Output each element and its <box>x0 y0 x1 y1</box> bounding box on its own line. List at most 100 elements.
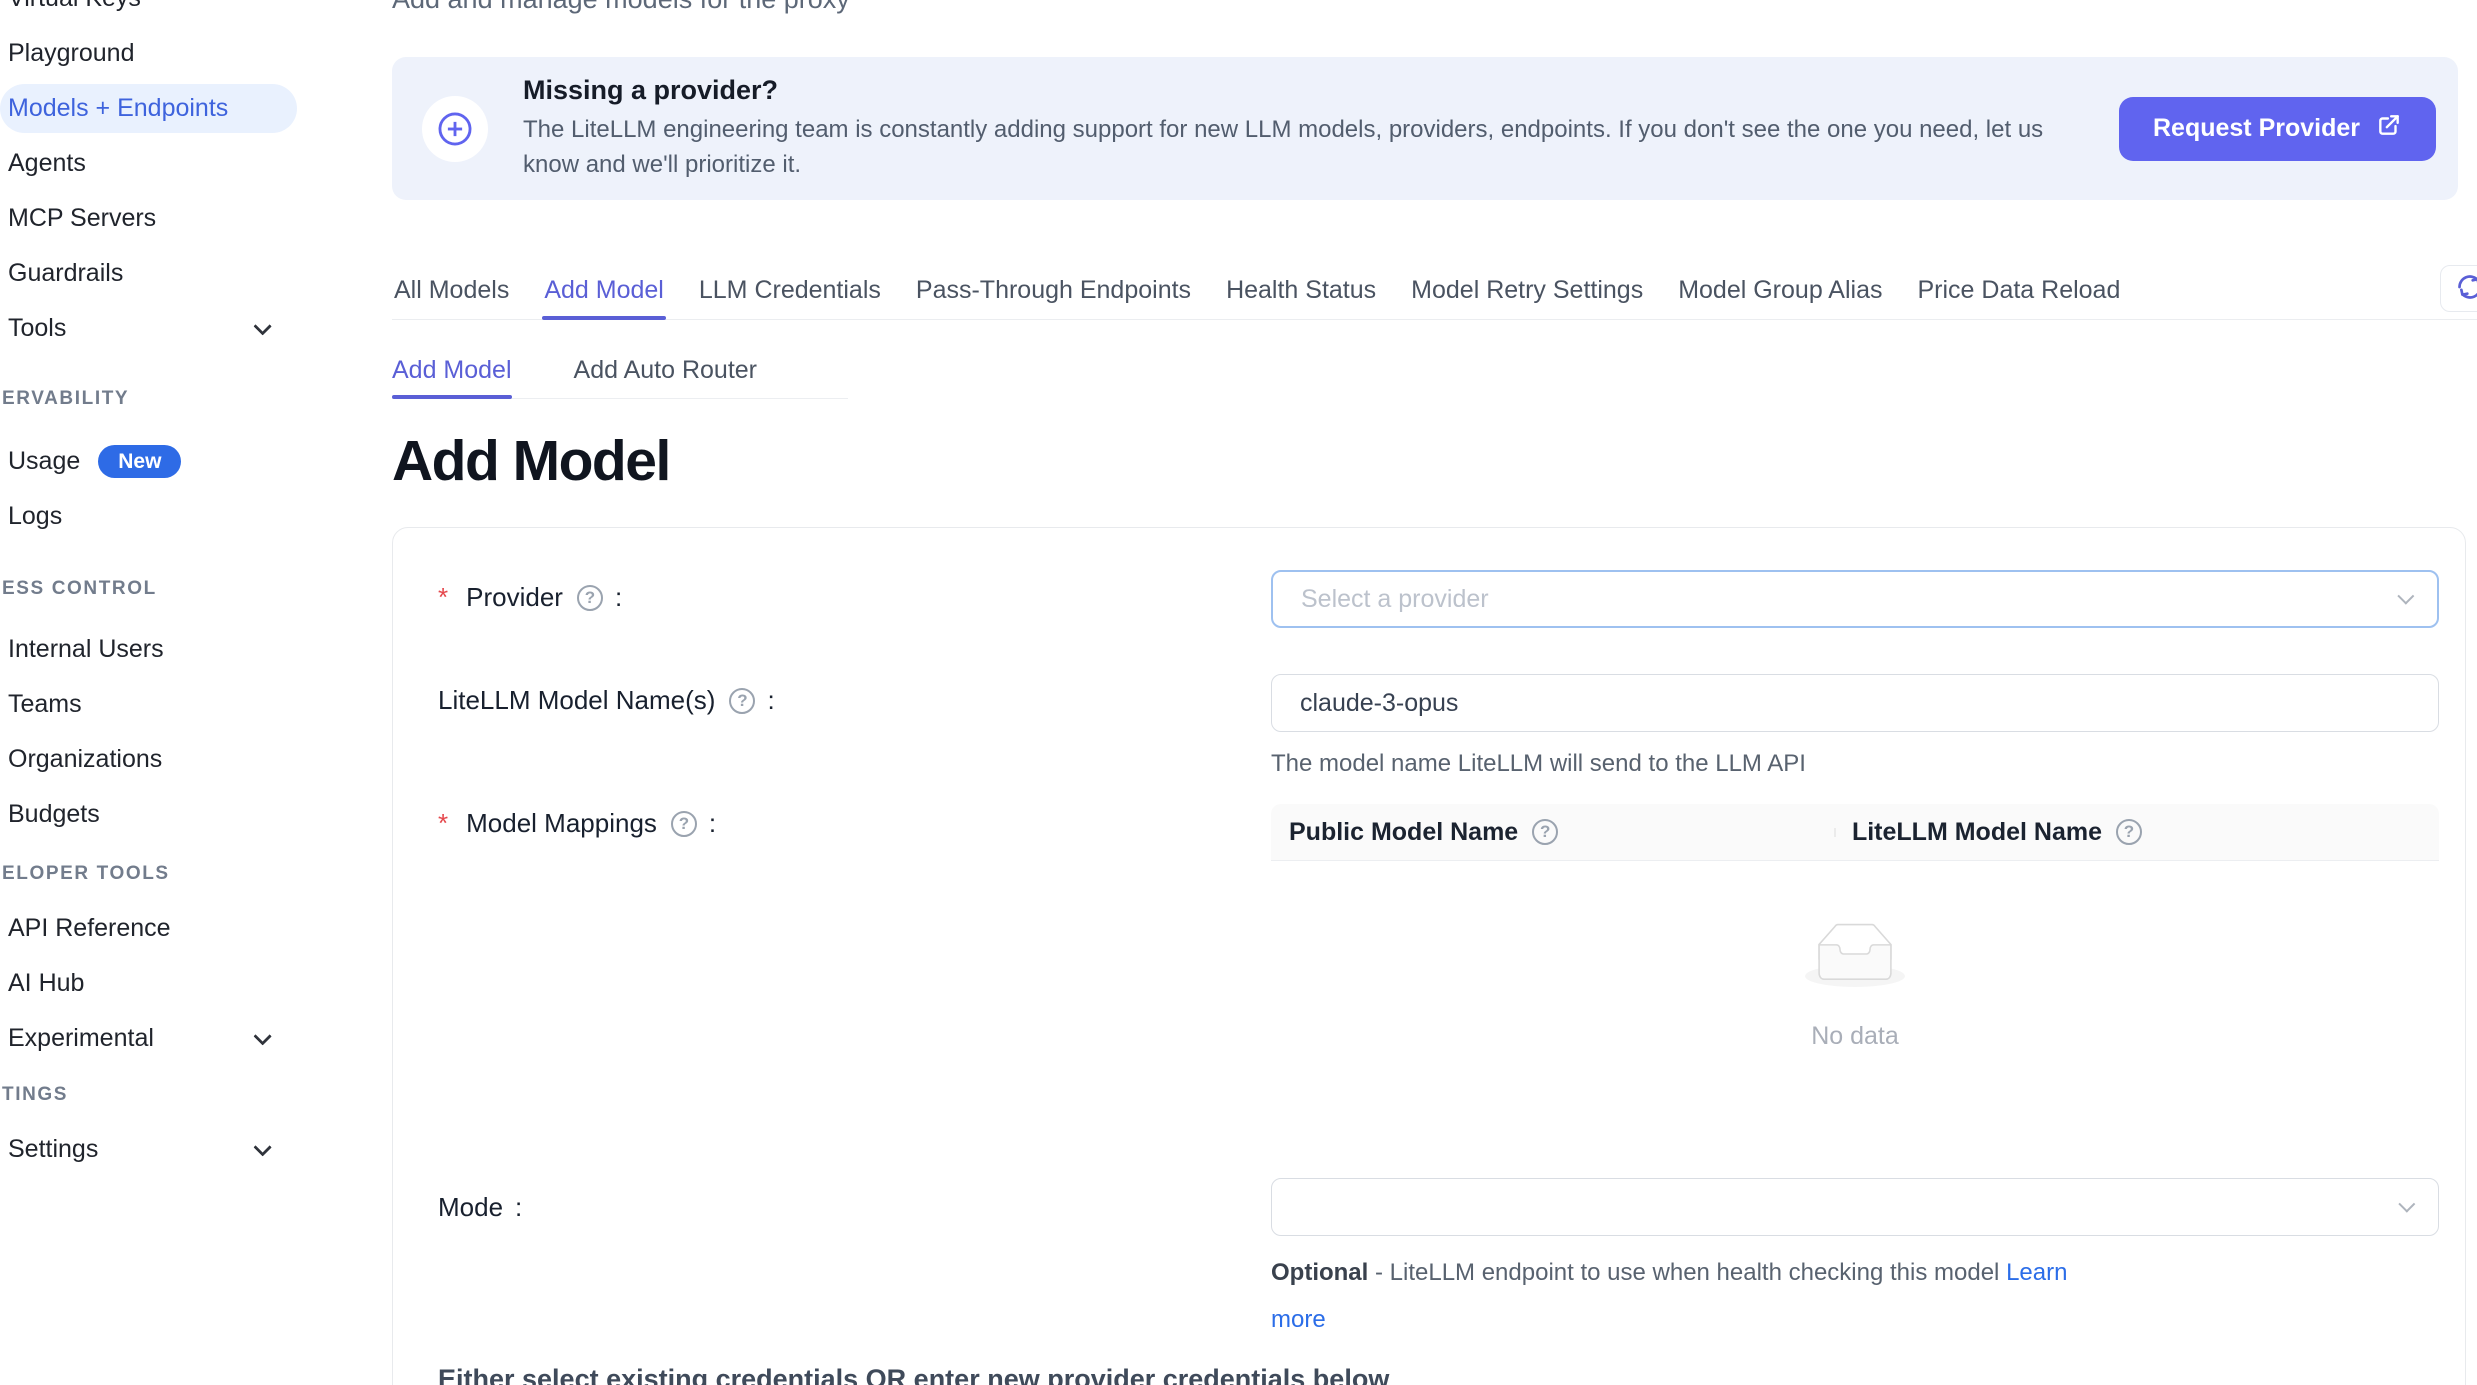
sidebar-item-label: Usage <box>8 447 80 476</box>
model-name-label-text: LiteLLM Model Name(s) <box>438 685 715 716</box>
model-mappings-table: Public Model Name ? LiteLLM Model Name ? <box>1271 804 2439 1051</box>
refresh-button[interactable] <box>2440 265 2477 312</box>
banner-title: Missing a provider? <box>523 75 2079 106</box>
question-circle-icon[interactable]: ? <box>577 585 603 611</box>
sidebar-item-label: Models + Endpoints <box>8 94 228 123</box>
models-tab-bar: All Models Add Model LLM Credentials Pas… <box>392 262 2477 320</box>
mode-label: Mode <box>438 1192 522 1223</box>
model-name-label: LiteLLM Model Name(s) ? <box>438 685 775 716</box>
sidebar-item-settings[interactable]: Settings <box>0 1125 297 1174</box>
empty-state: No data <box>1271 861 2439 1051</box>
mode-help: Optional - LiteLLM endpoint to use when … <box>1271 1250 2111 1344</box>
sidebar-item-label: Settings <box>8 1135 98 1164</box>
question-circle-icon[interactable]: ? <box>1532 819 1558 845</box>
sidebar-item-label: Teams <box>8 690 82 719</box>
chevron-down-icon <box>253 317 271 335</box>
external-link-icon <box>2376 112 2402 145</box>
credentials-note: Either select existing credentials OR en… <box>438 1364 1389 1385</box>
sidebar: Virtual Keys Playground Models + Endpoin… <box>0 0 330 1385</box>
sidebar-item-label: Logs <box>8 502 62 531</box>
subtab-add-auto-router[interactable]: Add Auto Router <box>574 343 757 398</box>
sidebar-item-label: Agents <box>8 149 86 178</box>
new-badge: New <box>98 445 181 478</box>
refresh-icon <box>2456 273 2477 304</box>
sidebar-item-ai-hub[interactable]: AI Hub <box>0 959 297 1008</box>
missing-provider-banner: Missing a provider? The LiteLLM engineer… <box>392 57 2458 200</box>
tab-price-data-reload[interactable]: Price Data Reload <box>1915 262 2122 319</box>
sidebar-item-label: Organizations <box>8 745 162 774</box>
sidebar-section-developer-tools: ELOPER TOOLS <box>0 856 330 892</box>
sidebar-item-label: MCP Servers <box>8 204 156 233</box>
column-header-litellm-model-name: LiteLLM Model Name ? <box>1834 818 2439 847</box>
sidebar-item-usage[interactable]: Usage New <box>0 437 297 486</box>
plus-circle-icon <box>422 96 488 162</box>
sidebar-item-virtual-keys[interactable]: Virtual Keys <box>0 0 297 23</box>
chevron-down-icon <box>2398 1196 2415 1213</box>
subtab-add-model[interactable]: Add Model <box>392 343 512 398</box>
sidebar-item-tools[interactable]: Tools <box>0 304 297 353</box>
sidebar-item-guardrails[interactable]: Guardrails <box>0 249 297 298</box>
question-circle-icon[interactable]: ? <box>2116 819 2142 845</box>
sidebar-item-internal-users[interactable]: Internal Users <box>0 625 297 674</box>
provider-label-text: Provider <box>466 582 563 613</box>
sidebar-item-label: Guardrails <box>8 259 123 288</box>
mode-select[interactable] <box>1271 1178 2439 1236</box>
sidebar-item-label: Virtual Keys <box>8 0 141 13</box>
mode-help-bold: Optional <box>1271 1259 1368 1286</box>
tab-llm-credentials[interactable]: LLM Credentials <box>697 262 883 319</box>
question-circle-icon[interactable]: ? <box>729 688 755 714</box>
add-model-form-card: Provider ? Select a provider LiteLLM Mod… <box>392 527 2466 1385</box>
tab-model-group-alias[interactable]: Model Group Alias <box>1676 262 1884 319</box>
model-mappings-label-text: Model Mappings <box>466 808 657 839</box>
sidebar-item-organizations[interactable]: Organizations <box>0 735 297 784</box>
mode-label-text: Mode <box>438 1192 503 1223</box>
sidebar-item-logs[interactable]: Logs <box>0 492 297 541</box>
chevron-down-icon <box>253 1138 271 1156</box>
sidebar-section-observability: ERVABILITY <box>0 381 330 417</box>
sidebar-item-label: Playground <box>8 39 134 68</box>
sidebar-item-label: Experimental <box>8 1024 154 1053</box>
model-name-input[interactable] <box>1271 674 2439 732</box>
request-provider-label: Request Provider <box>2153 114 2360 143</box>
tab-pass-through-endpoints[interactable]: Pass-Through Endpoints <box>914 262 1193 319</box>
sidebar-item-experimental[interactable]: Experimental <box>0 1014 297 1063</box>
tab-model-retry-settings[interactable]: Model Retry Settings <box>1409 262 1645 319</box>
question-circle-icon[interactable]: ? <box>671 811 697 837</box>
inbox-icon <box>1805 923 1905 992</box>
mode-help-text: - LiteLLM endpoint to use when health ch… <box>1368 1259 2006 1286</box>
add-model-subtab-bar: Add Model Add Auto Router <box>392 343 848 399</box>
sidebar-item-playground[interactable]: Playground <box>0 29 297 78</box>
sidebar-item-label: AI Hub <box>8 969 84 998</box>
sidebar-item-budgets[interactable]: Budgets <box>0 790 297 839</box>
tab-add-model[interactable]: Add Model <box>542 262 666 319</box>
sidebar-item-mcp-servers[interactable]: MCP Servers <box>0 194 297 243</box>
sidebar-item-agents[interactable]: Agents <box>0 139 297 188</box>
tab-health-status[interactable]: Health Status <box>1224 262 1378 319</box>
sidebar-item-models-endpoints[interactable]: Models + Endpoints <box>0 84 297 133</box>
sidebar-item-label: API Reference <box>8 914 171 943</box>
banner-text: Missing a provider? The LiteLLM engineer… <box>523 75 2119 183</box>
provider-select-placeholder: Select a provider <box>1301 585 2397 614</box>
provider-select[interactable]: Select a provider <box>1271 570 2439 628</box>
request-provider-button[interactable]: Request Provider <box>2119 97 2436 161</box>
banner-body: The LiteLLM engineering team is constant… <box>523 113 2079 183</box>
litellm-admin-app: Virtual Keys Playground Models + Endpoin… <box>0 0 2477 1385</box>
sidebar-item-label: Budgets <box>8 800 100 829</box>
sidebar-item-label: Tools <box>8 314 66 343</box>
model-name-help: The model name LiteLLM will send to the … <box>1271 750 1806 778</box>
main-content: Add and manage models for the proxy Miss… <box>330 0 2477 1385</box>
sidebar-item-label: Internal Users <box>8 635 164 664</box>
sidebar-section-access-control: ESS CONTROL <box>0 571 330 607</box>
column-header-public-model-name: Public Model Name ? <box>1271 818 1834 847</box>
no-data-text: No data <box>1811 1022 1899 1051</box>
tab-all-models[interactable]: All Models <box>392 262 511 319</box>
model-mappings-label: Model Mappings ? <box>438 808 716 839</box>
sidebar-item-api-reference[interactable]: API Reference <box>0 904 297 953</box>
chevron-down-icon <box>2397 588 2414 605</box>
chevron-down-icon <box>253 1027 271 1045</box>
page-subtitle: Add and manage models for the proxy <box>392 0 850 15</box>
model-mappings-table-header: Public Model Name ? LiteLLM Model Name ? <box>1271 804 2439 861</box>
sidebar-section-settings: TINGS <box>0 1077 330 1113</box>
provider-label: Provider ? <box>438 582 622 613</box>
sidebar-item-teams[interactable]: Teams <box>0 680 297 729</box>
